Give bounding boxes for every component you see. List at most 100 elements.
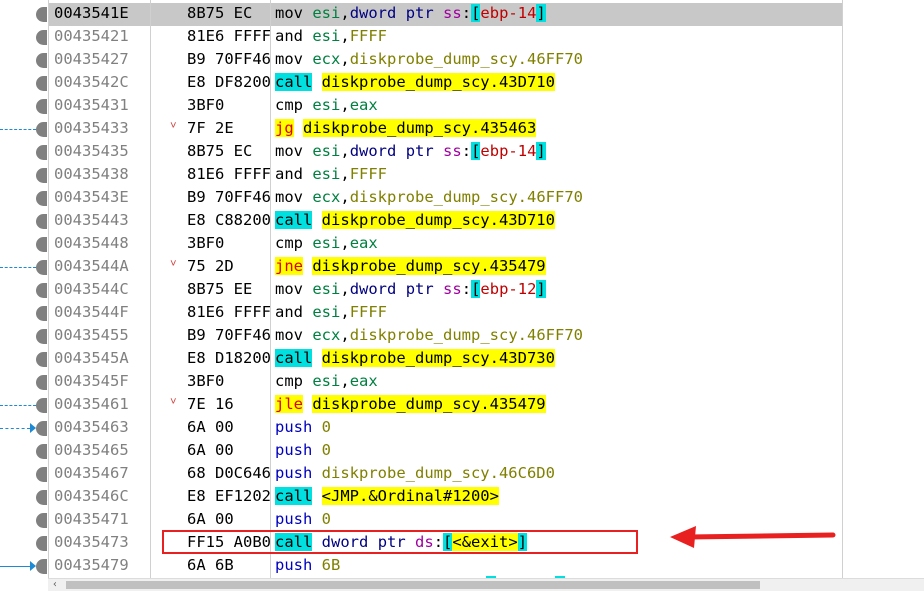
- disassembly-cell[interactable]: mov esi,dword ptr ss:[ebp-12]: [275, 280, 546, 298]
- disassembly-row[interactable]: 00435463 6A 00 push 0: [0, 417, 924, 440]
- disassembly-column-divider[interactable]: [842, 0, 843, 578]
- disassembly-row[interactable]: 00435479 6A 6B push 6B: [0, 555, 924, 578]
- disassembly-cell[interactable]: cmp esi,eax: [275, 372, 378, 390]
- call-target[interactable]: diskprobe_dump_scy.43D710: [321, 211, 555, 229]
- disassembly-cell[interactable]: jle diskprobe_dump_scy.435479: [275, 395, 546, 413]
- address-cell[interactable]: 0043543E: [54, 188, 129, 206]
- address-cell[interactable]: 00435465: [54, 441, 129, 459]
- address-cell[interactable]: 00435455: [54, 326, 129, 344]
- disassembly-row[interactable]: 0043544C 8B75 EE mov esi,dword ptr ss:[ebp…: [0, 279, 924, 302]
- breakpoint-dot-icon[interactable]: [36, 536, 47, 551]
- address-cell[interactable]: 00435443: [54, 211, 129, 229]
- breakpoint-dot-icon[interactable]: [36, 53, 47, 68]
- breakpoint-dot-icon[interactable]: [36, 214, 47, 229]
- breakpoint-dot-icon[interactable]: [36, 444, 47, 459]
- address-cell[interactable]: 0043544A: [54, 257, 129, 275]
- disassembly-cell[interactable]: call <JMP.&Ordinal#1200>: [275, 487, 499, 505]
- scroll-left-arrow-icon[interactable]: ‹: [52, 579, 58, 591]
- disassembly-cell[interactable]: call diskprobe_dump_scy.43D710: [275, 211, 555, 229]
- disassembly-cell[interactable]: cmp esi,eax: [275, 96, 378, 114]
- breakpoint-dot-icon[interactable]: [36, 467, 47, 482]
- call-target[interactable]: <JMP.&Ordinal#1200>: [321, 487, 499, 505]
- address-cell[interactable]: 00435421: [54, 27, 129, 45]
- address-cell[interactable]: 0043542C: [54, 73, 129, 91]
- bytes-column-divider[interactable]: [270, 0, 271, 578]
- jump-target[interactable]: diskprobe_dump_scy.435479: [312, 257, 546, 275]
- disassembly-cell[interactable]: push 6B: [275, 556, 340, 574]
- breakpoint-dot-icon[interactable]: [36, 145, 47, 160]
- disassembly-row[interactable]: 00435461 ˅ 7E 16 jle diskprobe_dump_scy.435…: [0, 394, 924, 417]
- breakpoint-dot-icon[interactable]: [36, 559, 47, 574]
- disassembly-cell[interactable]: and esi,FFFF: [275, 27, 387, 45]
- call-target[interactable]: diskprobe_dump_scy.43D730: [321, 349, 555, 367]
- breakpoint-dot-icon[interactable]: [36, 513, 47, 528]
- address-cell[interactable]: 00435427: [54, 50, 129, 68]
- disassembly-row[interactable]: 00435455 B9 70FF4600mov ecx,diskprobe_dum…: [0, 325, 924, 348]
- disassembly-cell[interactable]: call diskprobe_dump_scy.43D710: [275, 73, 555, 91]
- address-cell[interactable]: 0043545F: [54, 372, 129, 390]
- disassembly-row[interactable]: 0043545A E8 D1820000call diskprobe_dump_s…: [0, 348, 924, 371]
- disassembly-row[interactable]: 00435467 68 D0C64600push diskprobe_dump_s…: [0, 463, 924, 486]
- breakpoint-dot-icon[interactable]: [36, 398, 47, 413]
- address-cell[interactable]: 00435479: [54, 556, 129, 574]
- disassembly-cell[interactable]: mov ecx,diskprobe_dump_scy.46FF70: [275, 188, 583, 206]
- address-cell[interactable]: 00435471: [54, 510, 129, 528]
- breakpoint-dot-icon[interactable]: [36, 306, 47, 321]
- disassembly-cell[interactable]: mov esi,dword ptr ss:[ebp-14]: [275, 4, 546, 22]
- breakpoint-dot-icon[interactable]: [36, 99, 47, 114]
- address-cell[interactable]: 0043541E: [54, 4, 129, 22]
- disassembly-cell[interactable]: and esi,FFFF: [275, 165, 387, 183]
- disassembly-cell[interactable]: mov ecx,diskprobe_dump_scy.46FF70: [275, 50, 583, 68]
- disassembly-cell[interactable]: push 0: [275, 510, 331, 528]
- disassembly-row[interactable]: 00435448 3BF0 cmp esi,eax: [0, 233, 924, 256]
- address-cell[interactable]: 00435433: [54, 119, 129, 137]
- horizontal-scrollbar[interactable]: ‹: [48, 578, 924, 591]
- call-target[interactable]: diskprobe_dump_scy.43D710: [321, 73, 555, 91]
- breakpoint-dot-icon[interactable]: [36, 76, 47, 91]
- breakpoint-dot-icon[interactable]: [36, 352, 47, 367]
- address-cell[interactable]: 00435467: [54, 464, 129, 482]
- disassembly-cell[interactable]: push 0: [275, 418, 331, 436]
- disassembly-cell[interactable]: jg diskprobe_dump_scy.435463: [275, 119, 537, 137]
- disassembly-row[interactable]: 00435465 6A 00 push 0: [0, 440, 924, 463]
- breakpoint-dot-icon[interactable]: [36, 7, 47, 22]
- disassembly-row[interactable]: 0043546C E8 EF120200call <JMP.&Ordinal#12…: [0, 486, 924, 509]
- breakpoint-dot-icon[interactable]: [36, 490, 47, 505]
- disassembly-row[interactable]: 0043545F 3BF0 cmp esi,eax: [0, 371, 924, 394]
- breakpoint-dot-icon[interactable]: [36, 375, 47, 390]
- jump-target[interactable]: diskprobe_dump_scy.435463: [303, 119, 537, 137]
- address-cell[interactable]: 0043545A: [54, 349, 129, 367]
- breakpoint-dot-icon[interactable]: [36, 168, 47, 183]
- disassembly-row[interactable]: 0043541E 8B75 EC mov esi,dword ptr ss:[ebp…: [0, 3, 924, 26]
- disassembly-cell[interactable]: push 0: [275, 441, 331, 459]
- address-cell[interactable]: 00435431: [54, 96, 129, 114]
- disassembly-cell[interactable]: mov esi,dword ptr ss:[ebp-14]: [275, 142, 546, 160]
- disassembly-row[interactable]: 0043542C E8 DF820000call diskprobe_dump_s…: [0, 72, 924, 95]
- address-column-divider[interactable]: [150, 0, 151, 578]
- breakpoint-dot-icon[interactable]: [36, 237, 47, 252]
- breakpoint-dot-icon[interactable]: [36, 30, 47, 45]
- disassembly-row[interactable]: 0043544F 81E6 FFFF0000and esi,FFFF: [0, 302, 924, 325]
- disassembly-row[interactable]: 0043544A ˅ 75 2D jne diskprobe_dump_scy.435…: [0, 256, 924, 279]
- breakpoint-dot-icon[interactable]: [36, 283, 47, 298]
- jump-target[interactable]: diskprobe_dump_scy.435479: [312, 395, 546, 413]
- disassembly-row[interactable]: 00435435 8B75 EC mov esi,dword ptr ss:[ebp…: [0, 141, 924, 164]
- address-cell[interactable]: 00435448: [54, 234, 129, 252]
- disassembly-cell[interactable]: cmp esi,eax: [275, 234, 378, 252]
- disassembly-cell[interactable]: jne diskprobe_dump_scy.435479: [275, 257, 546, 275]
- address-cell[interactable]: 00435435: [54, 142, 129, 160]
- disassembly-row[interactable]: 00435433 ˅ 7F 2E jg diskprobe_dump_scy.4354…: [0, 118, 924, 141]
- address-cell[interactable]: 0043546C: [54, 487, 129, 505]
- breakpoint-dot-icon[interactable]: [36, 191, 47, 206]
- disassembly-cell[interactable]: push diskprobe_dump_scy.46C6D0: [275, 464, 555, 482]
- address-cell[interactable]: 00435463: [54, 418, 129, 436]
- disassembly-cell[interactable]: call diskprobe_dump_scy.43D730: [275, 349, 555, 367]
- address-cell[interactable]: 0043544F: [54, 303, 129, 321]
- breakpoint-dot-icon[interactable]: [36, 260, 47, 275]
- disassembly-row[interactable]: 00435431 3BF0 cmp esi,eax: [0, 95, 924, 118]
- disassembly-row[interactable]: 0043543E B9 70FF4600mov ecx,diskprobe_dum…: [0, 187, 924, 210]
- address-cell[interactable]: 00435473: [54, 533, 129, 551]
- disassembly-cell[interactable]: mov ecx,diskprobe_dump_scy.46FF70: [275, 326, 583, 344]
- address-cell[interactable]: 0043544C: [54, 280, 129, 298]
- scrollbar-thumb[interactable]: [66, 581, 760, 589]
